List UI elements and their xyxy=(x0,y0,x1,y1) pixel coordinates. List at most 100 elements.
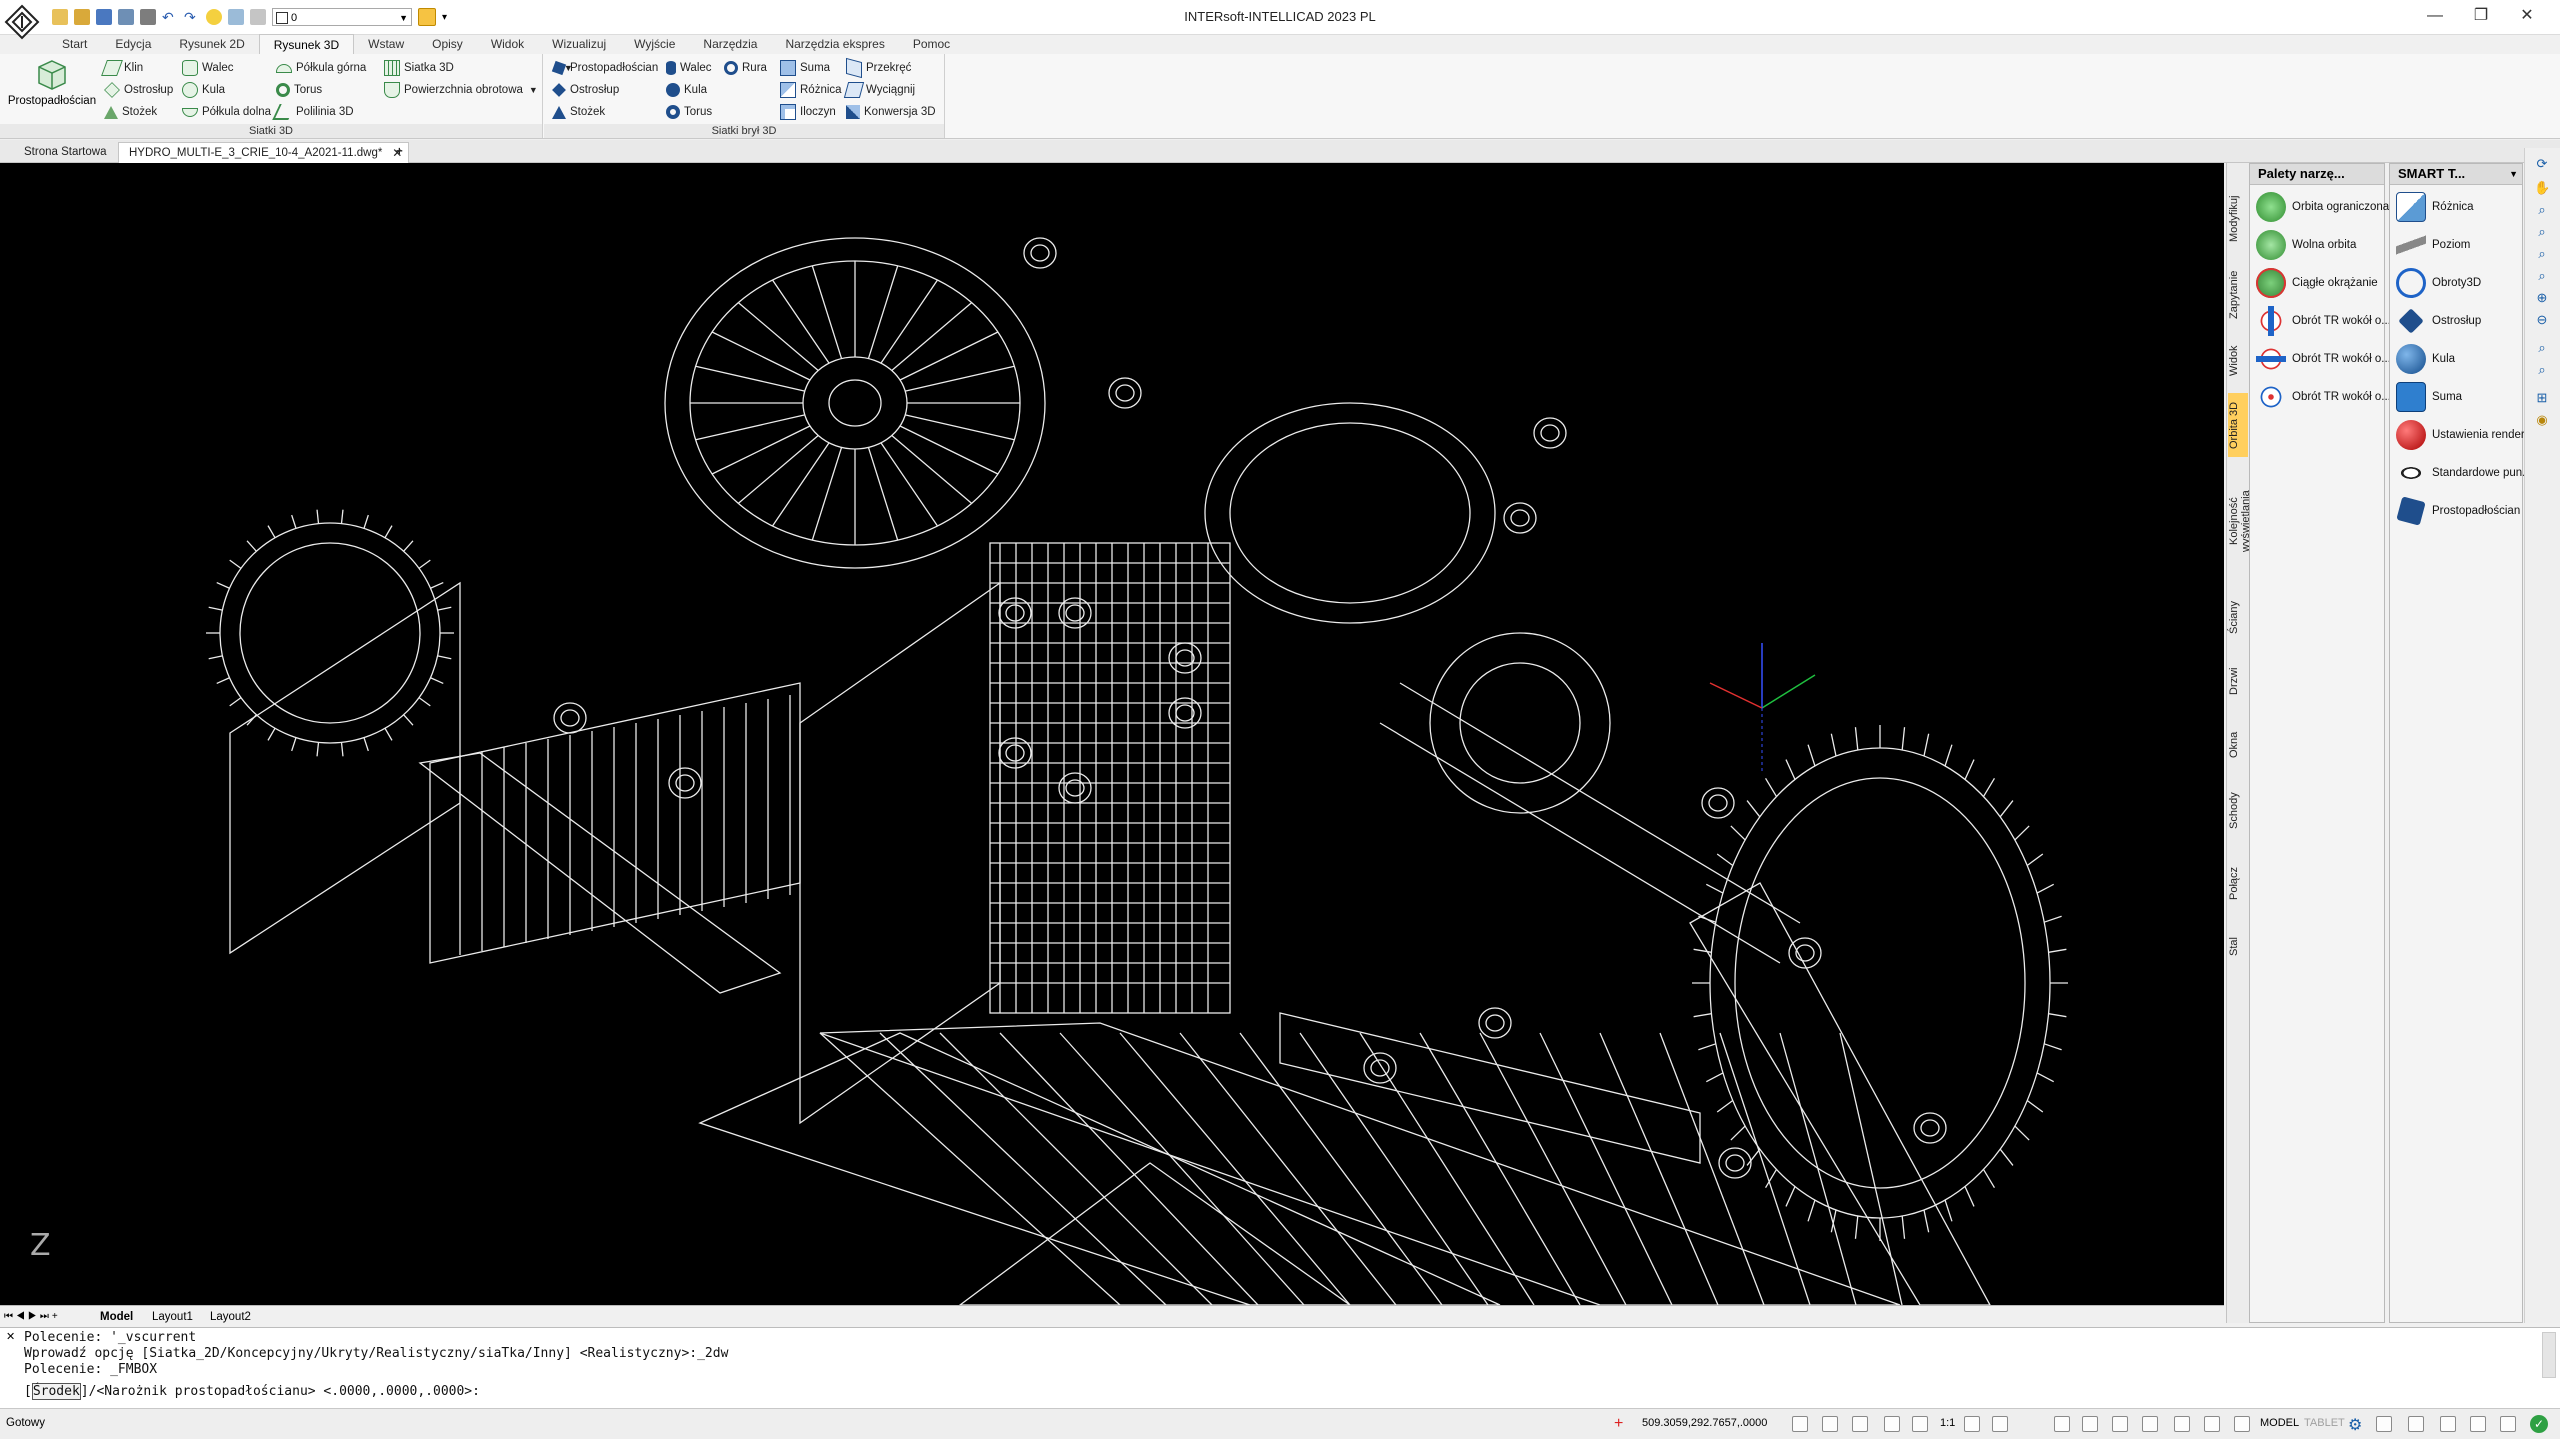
save-icon[interactable] xyxy=(96,9,112,25)
status-scale[interactable]: 1:1 xyxy=(1940,1417,1955,1429)
vtab-widok[interactable]: Widok xyxy=(2228,339,2248,383)
zoom-realtime-icon[interactable]: ⌕ xyxy=(2534,202,2550,218)
info-icon[interactable] xyxy=(2500,1416,2516,1432)
layer-combo[interactable]: 0 ▼ xyxy=(272,8,412,26)
smart-item-rotate3d[interactable]: Obroty3D xyxy=(2396,266,2481,300)
torus-button[interactable]: Torus xyxy=(276,80,322,100)
visual-style-icon[interactable]: ◉ xyxy=(2534,412,2550,428)
quick-props-icon[interactable] xyxy=(2204,1416,2220,1432)
mesh-pyramid-button[interactable]: Ostrosłup xyxy=(552,80,619,100)
gear-icon[interactable]: ⚙ xyxy=(2348,1415,2362,1435)
tool-rotate-x[interactable]: Obrót TR wokół o... xyxy=(2256,304,2391,338)
new-file-icon[interactable] xyxy=(52,9,68,25)
vtab-drzwi[interactable]: Drzwi xyxy=(2228,651,2248,711)
customize-qat-icon[interactable]: ▾ xyxy=(442,12,447,23)
vtab-okna[interactable]: Okna xyxy=(2228,715,2248,775)
tab-narzedzia-ekspres[interactable]: Narzędzia ekspres xyxy=(771,34,898,54)
mesh-pipe-button[interactable]: Rura xyxy=(724,58,767,78)
drawing-canvas[interactable]: Z xyxy=(0,163,2224,1305)
mesh-sphere-button[interactable]: Kula xyxy=(666,80,707,100)
tab-narzedzia[interactable]: Narzędzia xyxy=(689,34,771,54)
tab-wyjscie[interactable]: Wyjście xyxy=(620,34,689,54)
layer-manager-icon[interactable] xyxy=(418,8,436,26)
clean-screen-icon[interactable] xyxy=(2470,1416,2486,1432)
layout-nav-icons[interactable]: ⏮◀▶⏭+ xyxy=(4,1309,61,1325)
smart-item-render-settings[interactable]: Ustawienia render... xyxy=(2396,418,2534,452)
smart-item-level[interactable]: Poziom xyxy=(2396,228,2470,262)
lock-ui-icon[interactable] xyxy=(2408,1416,2424,1432)
zoom-all-icon[interactable]: ⌕ xyxy=(2534,340,2550,356)
otrack-icon[interactable] xyxy=(2112,1416,2128,1432)
cone-button[interactable]: Stożek xyxy=(104,102,157,122)
annotation-icon[interactable] xyxy=(1964,1416,1980,1432)
smart-item-pyramid[interactable]: Ostrosłup xyxy=(2396,304,2481,338)
vtab-sciany[interactable]: Ściany xyxy=(2228,587,2248,647)
tab-widok[interactable]: Widok xyxy=(477,34,538,54)
vtab-modyfikuj[interactable]: Modyfikuj xyxy=(2228,191,2248,247)
viewport-icon[interactable] xyxy=(1884,1416,1900,1432)
vtab-kolejnosc[interactable]: Kolejność wyświetlania xyxy=(2228,465,2252,577)
tool-rotate-z[interactable]: Obrót TR wokół o... xyxy=(2256,380,2391,414)
tab-edycja[interactable]: Edycja xyxy=(101,34,165,54)
layer-freeze-icon[interactable] xyxy=(228,9,244,25)
layer-on-icon[interactable] xyxy=(206,9,222,25)
lower-hemisphere-button[interactable]: Półkula dolna xyxy=(182,102,271,122)
zoom-scale-icon[interactable]: ⌕ xyxy=(2534,362,2550,378)
ortho-icon[interactable] xyxy=(1852,1416,1868,1432)
upper-hemisphere-button[interactable]: Półkula górna xyxy=(276,58,366,78)
tab-rysunek-2d[interactable]: Rysunek 2D xyxy=(165,34,258,54)
app-logo[interactable] xyxy=(4,4,40,58)
convert-3d-button[interactable]: Konwersja 3D xyxy=(846,102,936,122)
minimize-button[interactable]: — xyxy=(2412,0,2458,34)
command-option-srodek[interactable]: Środek xyxy=(31,1383,81,1400)
intersect-button[interactable]: Iloczyn xyxy=(780,102,836,122)
smart-item-standard-view[interactable]: Standardowe pun... xyxy=(2396,456,2532,490)
print-icon[interactable] xyxy=(140,9,156,25)
close-button[interactable]: ✕ xyxy=(2504,0,2550,34)
osnap-icon[interactable] xyxy=(2082,1416,2098,1432)
tool-orbit-free[interactable]: Wolna orbita xyxy=(2256,228,2356,262)
mesh-torus-button[interactable]: Torus xyxy=(666,102,712,122)
save-as-icon[interactable] xyxy=(118,9,134,25)
undo-icon[interactable]: ↶ xyxy=(162,9,178,25)
ucs-icon[interactable] xyxy=(1912,1416,1928,1432)
view-icon[interactable]: ⊞ xyxy=(2534,390,2550,406)
maximize-button[interactable]: ❐ xyxy=(2458,0,2504,34)
tab-wizualizuj[interactable]: Wizualizuj xyxy=(538,34,620,54)
vtab-polacz[interactable]: Połącz xyxy=(2228,853,2248,913)
redo-icon[interactable]: ↷ xyxy=(184,9,200,25)
add-tab-button[interactable]: + xyxy=(386,142,413,162)
grid-icon[interactable] xyxy=(2054,1416,2070,1432)
zoom-in-icon[interactable]: ⊕ xyxy=(2534,290,2550,306)
zoom-window-icon[interactable]: ⌕ xyxy=(2534,224,2550,240)
refresh-icon[interactable]: ⟳ xyxy=(2534,156,2550,172)
mesh-cylinder-button[interactable]: Walec xyxy=(666,58,712,78)
extrude-button[interactable]: Wyciągnij xyxy=(843,80,915,100)
layer-lock-icon[interactable] xyxy=(250,9,266,25)
smart-item-box[interactable]: Prostopadłościan xyxy=(2396,494,2520,528)
smart-item-difference[interactable]: Różnica xyxy=(2396,190,2474,224)
snap-icon[interactable] xyxy=(1792,1416,1808,1432)
smart-item-sphere[interactable]: Kula xyxy=(2396,342,2455,376)
vtab-schody[interactable]: Schody xyxy=(2228,779,2248,843)
tab-start[interactable]: Start xyxy=(48,34,101,54)
command-scrollbar[interactable] xyxy=(2542,1332,2556,1378)
doc-tab-start[interactable]: Strona Startowa xyxy=(14,142,116,162)
workspace-icon[interactable] xyxy=(2376,1416,2392,1432)
mesh-box-button[interactable]: Prostopadłościan xyxy=(551,58,658,78)
command-input[interactable]: [Środek]/<Narożnik prostopadłościanu> <.… xyxy=(24,1383,480,1400)
doc-tab-active[interactable]: HYDRO_MULTI-E_3_CRIE_10-4_A2021-11.dwg* … xyxy=(118,142,410,163)
subtract-button[interactable]: Różnica xyxy=(780,80,842,100)
tab-rysunek-3d[interactable]: Rysunek 3D xyxy=(258,34,355,54)
wedge-button[interactable]: Klin xyxy=(101,58,143,78)
revolved-surface-button[interactable]: Powierzchnia obrotowa ▼ xyxy=(384,80,538,100)
layout-tab-layout2[interactable]: Layout2 xyxy=(210,1309,251,1325)
union-button[interactable]: Suma xyxy=(780,58,830,78)
tool-orbit-continuous[interactable]: Ciągłe okrążanie xyxy=(2256,266,2378,300)
pan-icon[interactable]: ✋ xyxy=(2534,180,2550,196)
lineweight-icon[interactable] xyxy=(2142,1416,2158,1432)
chevron-down-icon[interactable]: ▼ xyxy=(529,85,538,95)
tab-opisy[interactable]: Opisy xyxy=(418,34,477,54)
ok-status-icon[interactable]: ✓ xyxy=(2530,1415,2548,1433)
polar-icon[interactable] xyxy=(1992,1416,2008,1432)
